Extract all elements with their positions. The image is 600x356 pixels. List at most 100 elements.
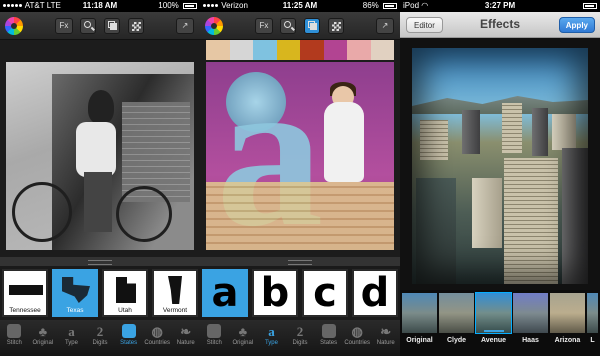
app-logo-icon[interactable]: [205, 17, 223, 35]
globe-icon: ◍: [351, 324, 363, 339]
bike-wheel: [116, 186, 172, 242]
effect-original[interactable]: Original: [402, 293, 437, 353]
editor-toolbar: Fx ↗: [0, 12, 200, 40]
effect-clyde[interactable]: Clyde: [439, 293, 474, 353]
clover-icon: ♣: [238, 324, 248, 339]
apply-button[interactable]: Apply: [558, 17, 595, 33]
palette-swatch[interactable]: [323, 40, 347, 60]
fx-button[interactable]: Fx: [55, 18, 73, 34]
effects-strip: Original Clyde Avenue Haas Arizona L: [400, 290, 600, 356]
layers-button[interactable]: [104, 18, 120, 34]
status-bar: iPod ◠ 3:27 PM: [400, 0, 600, 12]
battery-icon: [583, 2, 597, 9]
status-bar: AT&T LTE 11:18 AM 100%: [0, 0, 200, 12]
states-icon: [121, 324, 136, 338]
letter-thumbnails: a b c d: [200, 266, 400, 320]
tab-type[interactable]: a Type: [257, 320, 286, 356]
checkerboard-icon: [332, 22, 341, 31]
thumbnail-utah[interactable]: Utah: [102, 269, 148, 317]
zoom-button[interactable]: [80, 18, 96, 34]
thumbnail-vermont[interactable]: Vermont: [152, 269, 198, 317]
tab-countries[interactable]: ◍ Countries: [343, 320, 372, 356]
palette-swatch[interactable]: [300, 40, 324, 60]
transparency-button[interactable]: [128, 18, 144, 34]
digits-icon: 2: [296, 324, 304, 339]
tab-digits[interactable]: 2 Digits: [86, 320, 115, 356]
effect-preview-photo[interactable]: [412, 48, 588, 284]
clover-icon: ♣: [38, 324, 48, 339]
palette-swatch[interactable]: [229, 40, 253, 60]
tab-stitch[interactable]: Stitch: [0, 320, 29, 356]
thumbnail-letter-b[interactable]: b: [252, 269, 298, 317]
screen-states: AT&T LTE 11:18 AM 100% Fx ↗ Tennessee Te…: [0, 0, 200, 356]
share-button[interactable]: ↗: [176, 18, 194, 34]
layers-button[interactable]: [304, 18, 320, 34]
palette-swatch[interactable]: [206, 40, 230, 60]
effect-arizona[interactable]: Arizona: [550, 293, 585, 353]
utah-shape: [116, 277, 136, 303]
tab-digits[interactable]: 2 Digits: [286, 320, 315, 356]
tab-original[interactable]: ♣ Original: [229, 320, 258, 356]
navigation-bar: Editor Effects Apply: [400, 12, 600, 38]
effect-haas[interactable]: Haas: [513, 293, 548, 353]
thumbnail-letter-c[interactable]: c: [302, 269, 348, 317]
app-logo-icon[interactable]: [5, 17, 23, 35]
battery-percent: 86%: [362, 1, 379, 10]
states-icon: [321, 324, 336, 338]
category-tab-bar: Stitch ♣ Original a Type 2 Digits States ◍ C…: [0, 320, 200, 356]
palette-swatch[interactable]: [347, 40, 371, 60]
thumbnail-texas[interactable]: Texas: [52, 269, 98, 317]
magnifier-icon: [84, 21, 91, 28]
battery-icon: [383, 2, 397, 9]
checkerboard-icon: [132, 22, 141, 31]
type-icon: a: [268, 324, 275, 339]
color-palette: [206, 40, 394, 60]
effect-partial[interactable]: L: [587, 293, 598, 353]
tab-nature[interactable]: ❧ Nature: [371, 320, 400, 356]
vermont-shape: [168, 276, 182, 304]
leaf-icon: ❧: [380, 324, 392, 339]
bike-wheel: [12, 182, 72, 242]
photo-canvas[interactable]: a: [206, 62, 394, 250]
tab-type[interactable]: a Type: [57, 320, 86, 356]
palette-swatch[interactable]: [370, 40, 394, 60]
stitch-icon: [207, 324, 222, 338]
texas-shape: [62, 277, 90, 303]
thumbnail-letter-d[interactable]: d: [352, 269, 398, 317]
globe-icon: ◍: [151, 324, 163, 339]
tab-states[interactable]: States: [314, 320, 343, 356]
screen-type: Verizon 11:25 AM 86% Fx ↗ a a b c d Stit…: [200, 0, 400, 356]
selected-indicator: [484, 330, 504, 332]
status-time: 3:27 PM: [484, 1, 516, 10]
stitch-icon: [7, 324, 22, 338]
share-button[interactable]: ↗: [376, 18, 394, 34]
battery-icon: [183, 2, 197, 9]
thumbnail-letter-a[interactable]: a: [202, 269, 248, 317]
palette-swatch[interactable]: [276, 40, 300, 60]
type-icon: a: [68, 324, 75, 339]
screen-effects: iPod ◠ 3:27 PM Editor Effects Apply Orig…: [400, 0, 600, 356]
editor-toolbar: Fx ↗: [200, 12, 400, 40]
palette-swatch[interactable]: [253, 40, 277, 60]
status-bar: Verizon 11:25 AM 86%: [200, 0, 400, 12]
tab-nature[interactable]: ❧ Nature: [171, 320, 200, 356]
shape-thumbnails: Tennessee Texas Utah Vermont: [0, 266, 200, 320]
zoom-button[interactable]: [280, 18, 296, 34]
battery-percent: 100%: [158, 1, 179, 10]
fx-button[interactable]: Fx: [255, 18, 273, 34]
drawer-handle[interactable]: [0, 257, 200, 266]
tab-original[interactable]: ♣ Original: [29, 320, 58, 356]
leaf-icon: ❧: [180, 324, 192, 339]
category-tab-bar: Stitch ♣ Original a Type 2 Digits States ◍ C…: [200, 320, 400, 356]
drawer-handle[interactable]: [200, 257, 400, 266]
tennessee-shape: [9, 285, 43, 295]
tab-stitch[interactable]: Stitch: [200, 320, 229, 356]
photo-canvas[interactable]: [6, 62, 194, 250]
transparency-button[interactable]: [328, 18, 344, 34]
thumbnail-tennessee[interactable]: Tennessee: [2, 269, 48, 317]
digits-icon: 2: [96, 324, 104, 339]
tab-states[interactable]: States: [114, 320, 143, 356]
magnifier-icon: [284, 21, 291, 28]
tab-countries[interactable]: ◍ Countries: [143, 320, 172, 356]
effect-avenue[interactable]: Avenue: [475, 292, 512, 353]
